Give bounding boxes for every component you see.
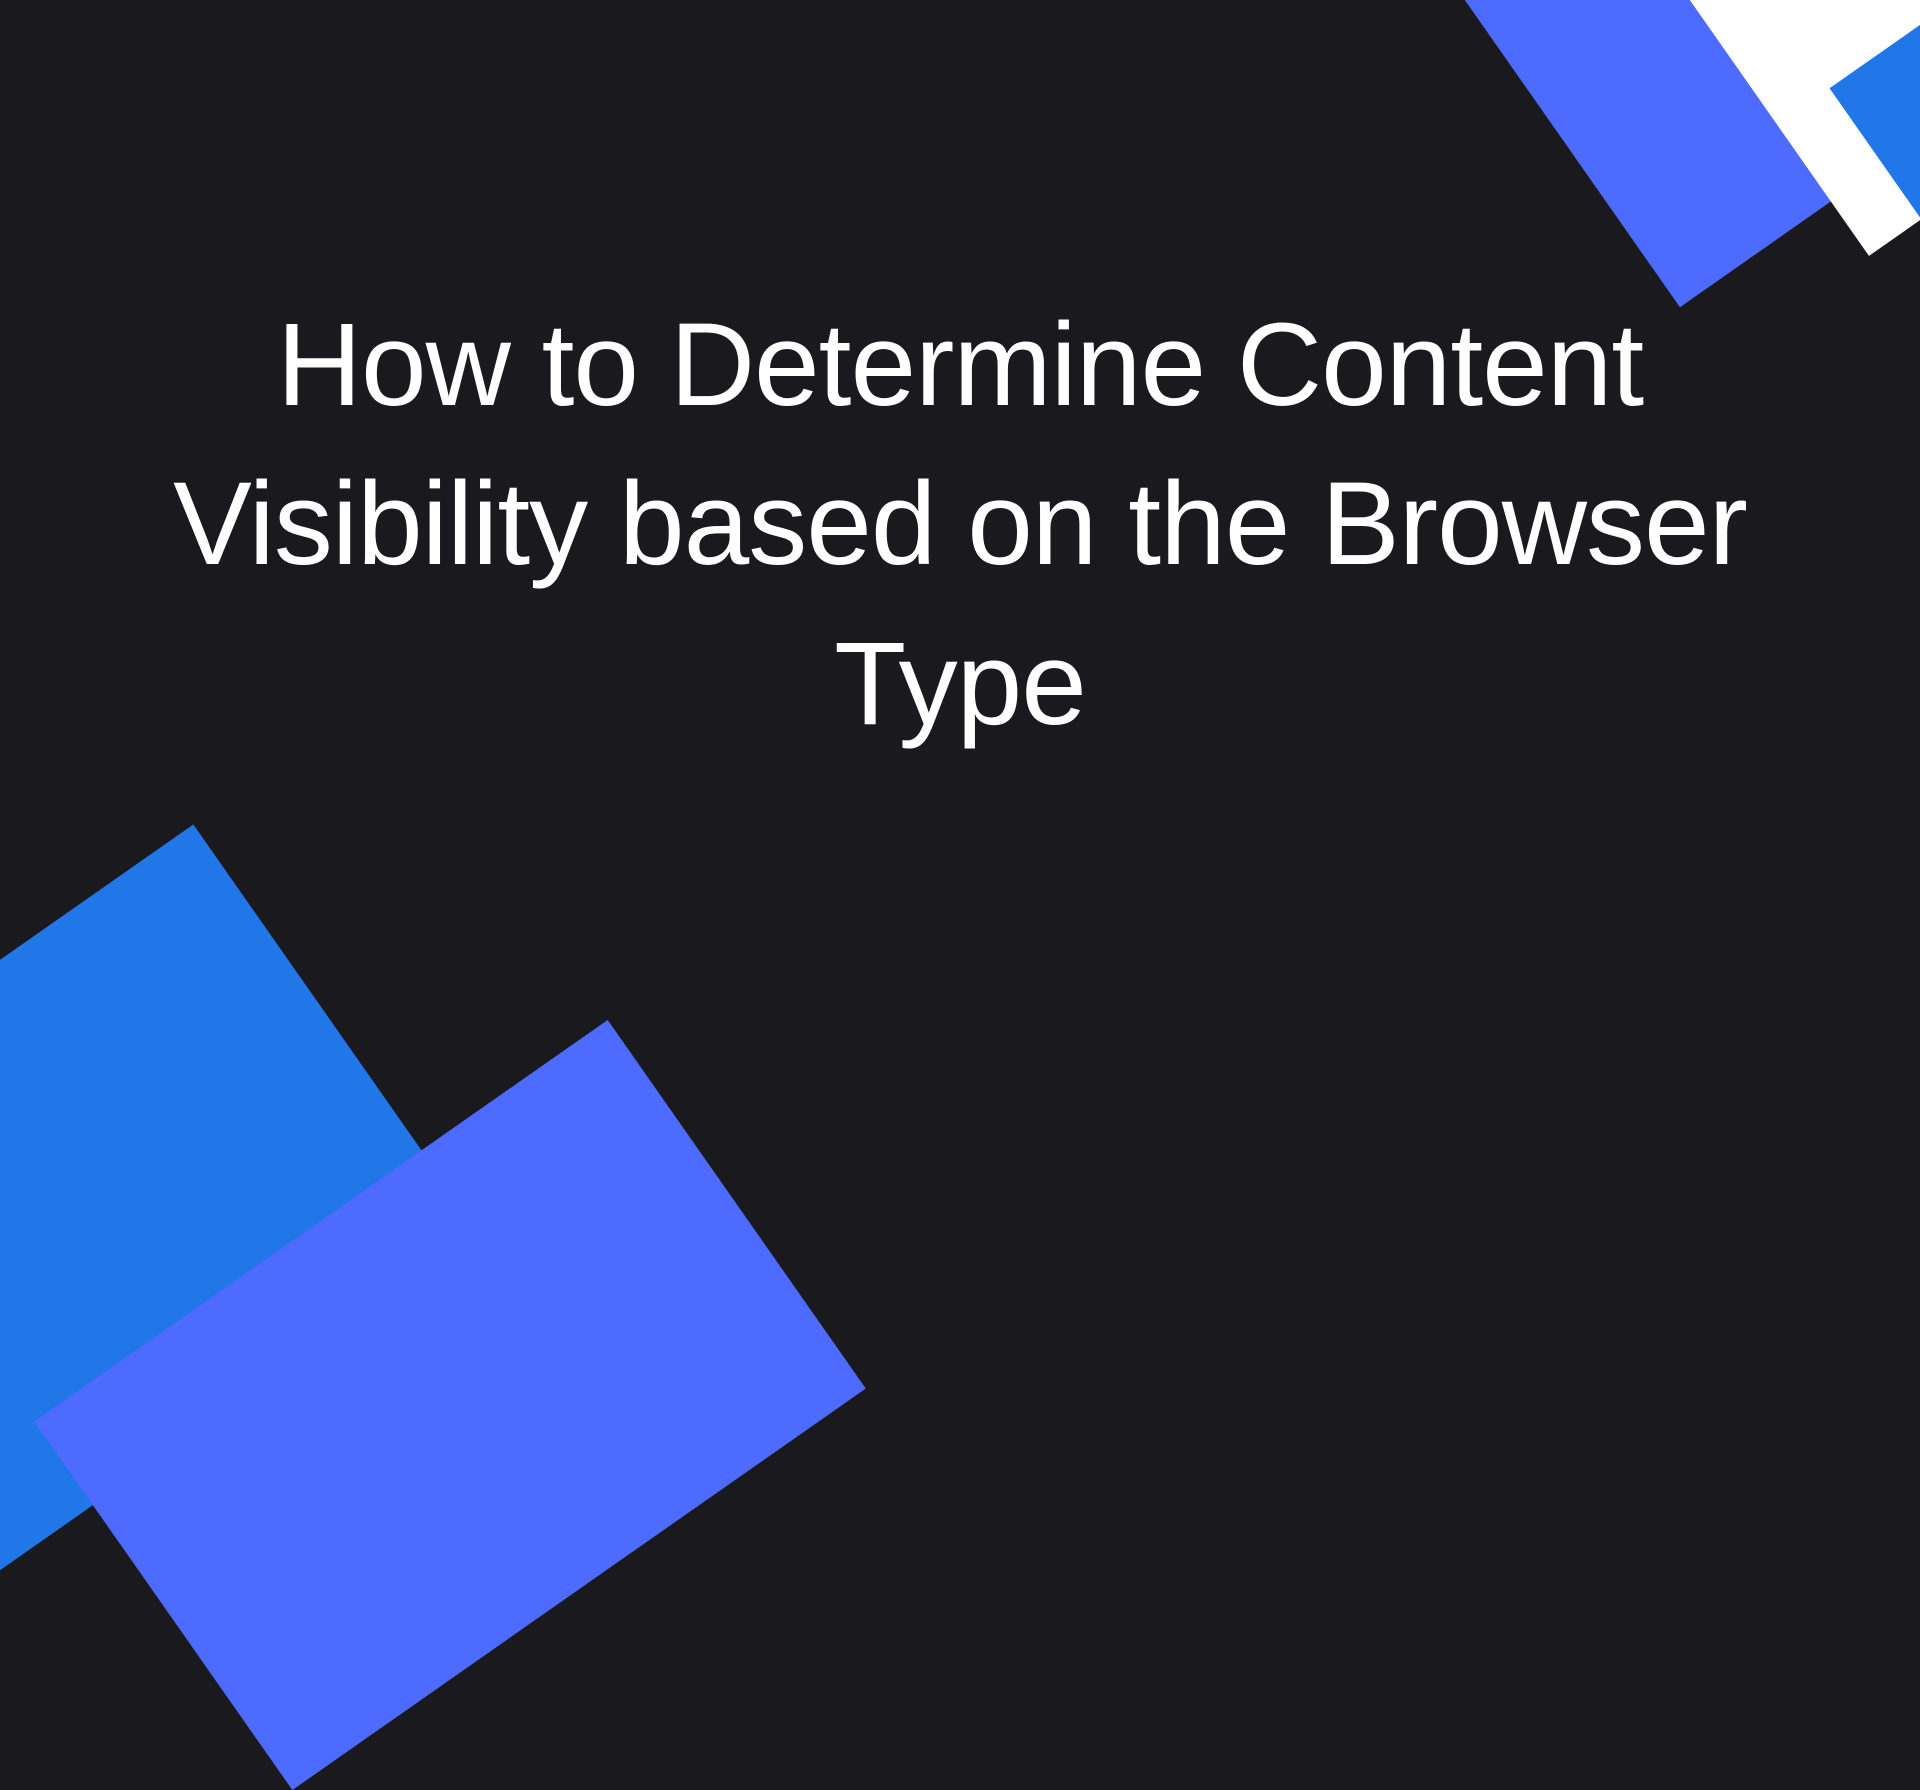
slide-title: How to Determine Content Visibility base… [160, 286, 1760, 764]
slide-container: How to Determine Content Visibility base… [0, 0, 1920, 1080]
